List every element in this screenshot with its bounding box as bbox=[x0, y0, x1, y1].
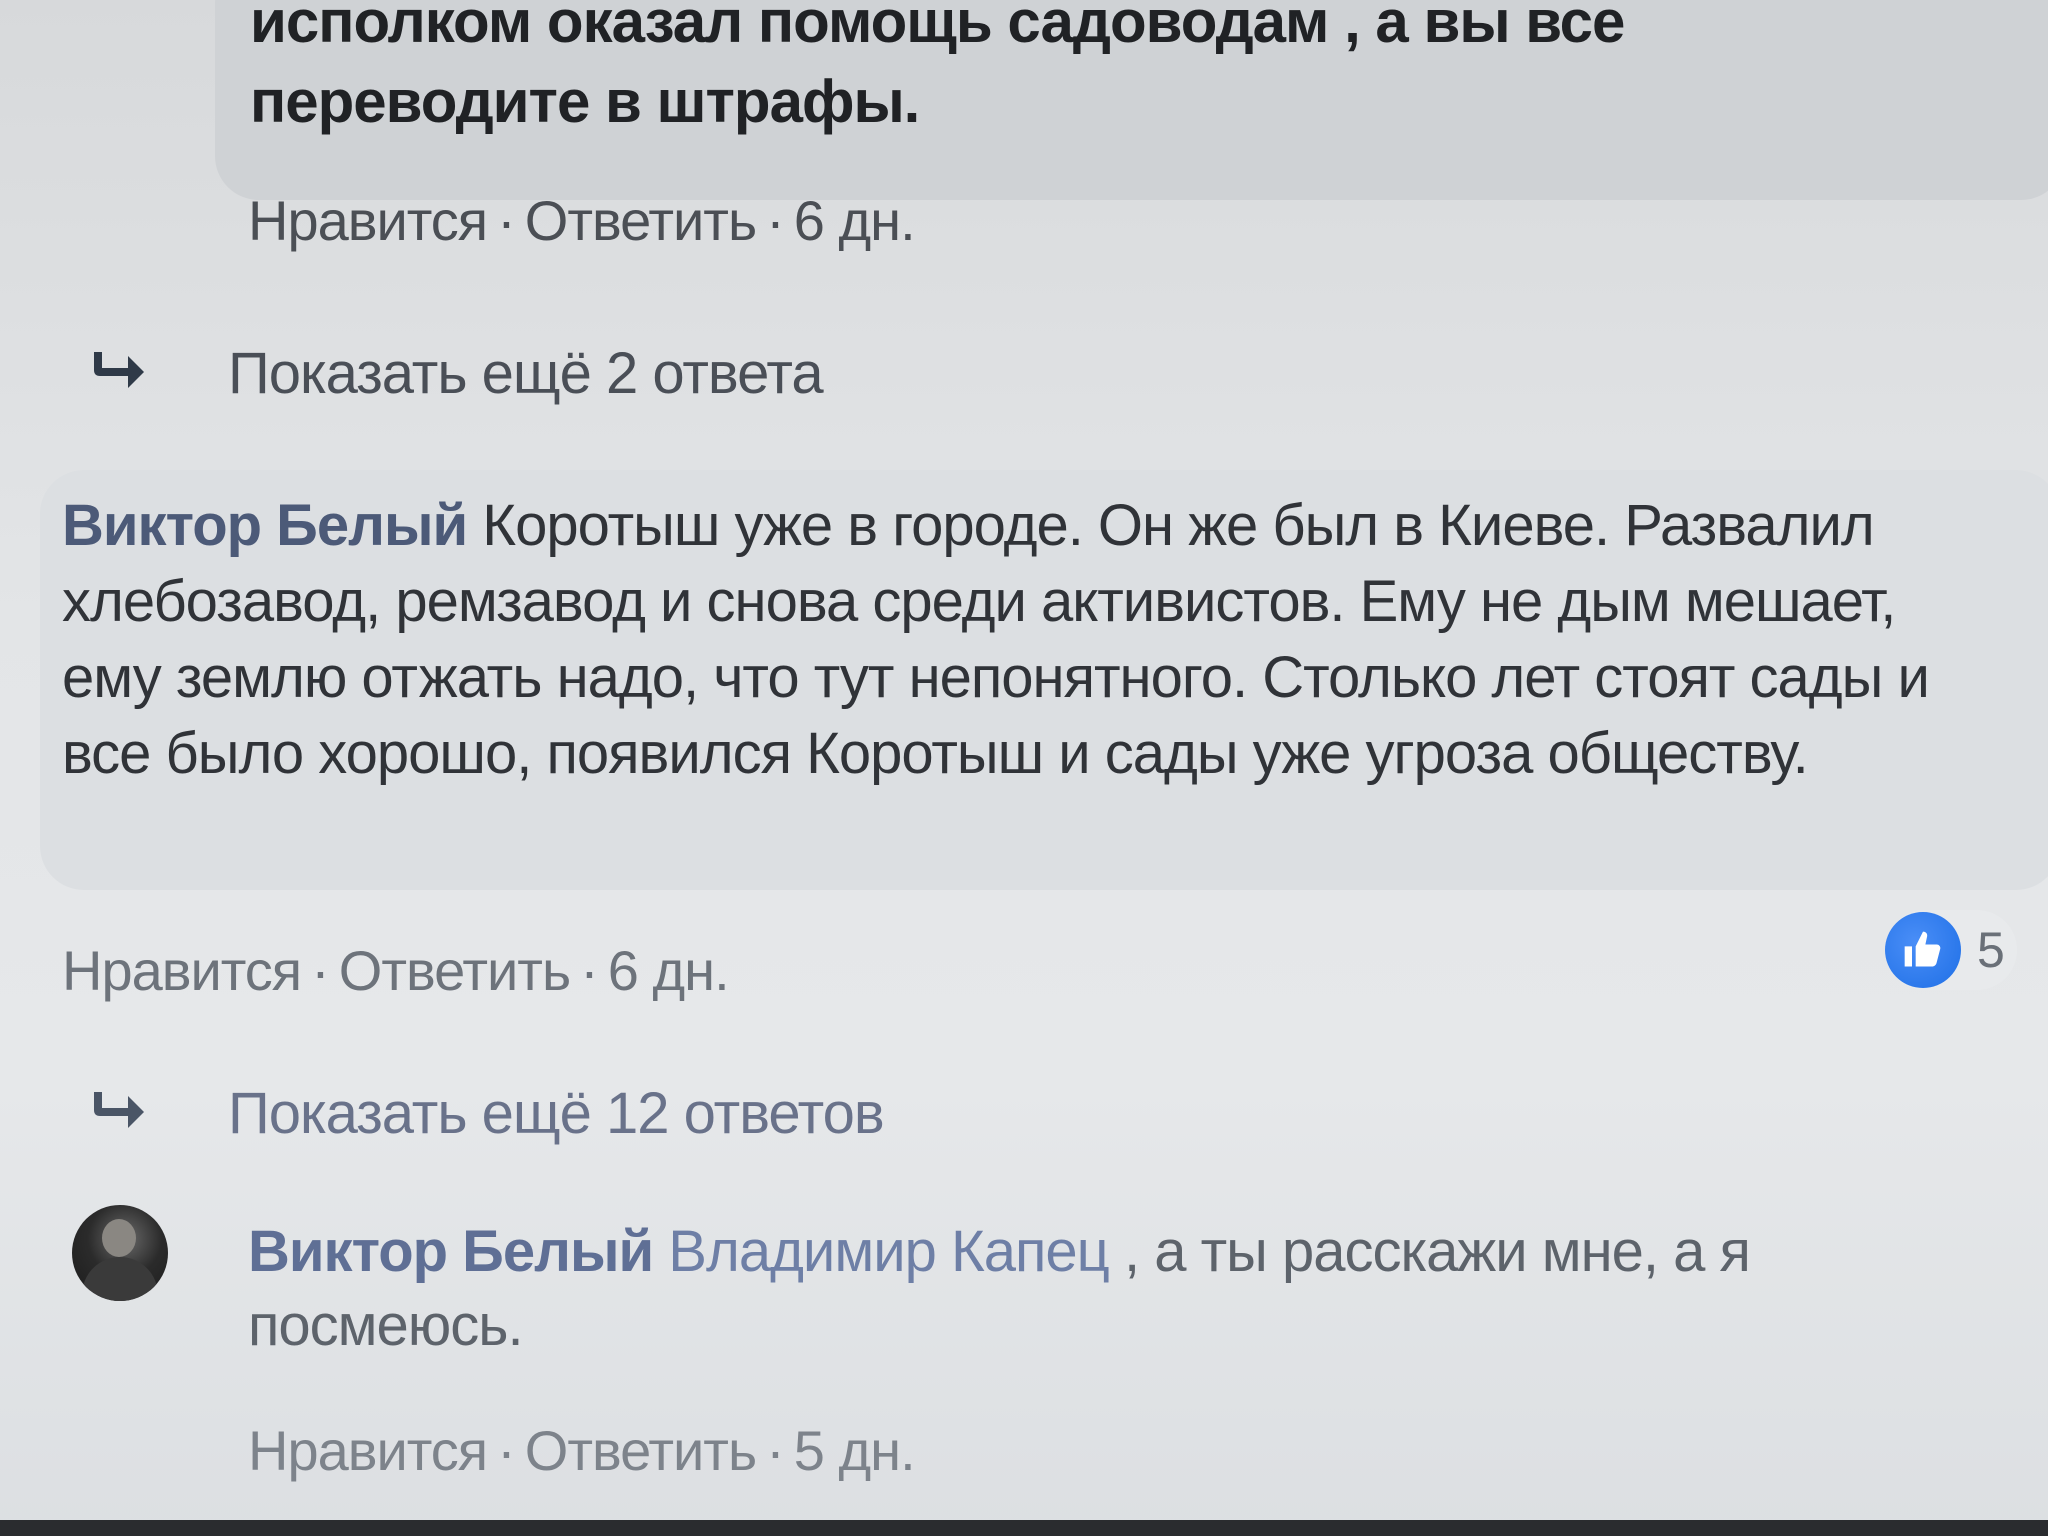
timestamp[interactable]: 6 дн. bbox=[608, 939, 730, 1002]
separator-dot: · bbox=[311, 939, 330, 1002]
main-comment-actions: Нравится · Ответить · 6 дн. bbox=[62, 938, 730, 1003]
reply-comment-actions: Нравится · Ответить · 5 дн. bbox=[248, 1418, 916, 1483]
timestamp[interactable]: 6 дн. bbox=[794, 189, 916, 252]
reply-link[interactable]: Ответить bbox=[339, 939, 571, 1002]
reply-arrow-icon-svg bbox=[94, 351, 144, 388]
avatar[interactable] bbox=[72, 1205, 168, 1301]
reply-comment-text: Виктор Белый Владимир Капец , а ты расск… bbox=[248, 1215, 2008, 1363]
show-more-replies-label: Показать ещё 2 ответа bbox=[228, 341, 824, 406]
separator-dot: · bbox=[497, 189, 516, 252]
thumbs-up-icon-svg bbox=[1904, 931, 1941, 967]
top-comment-line-2: переводите в штрафы. bbox=[250, 68, 920, 135]
thumbs-up-icon bbox=[1885, 912, 1961, 988]
show-more-replies-button[interactable]: Показать ещё 2 ответа bbox=[88, 340, 824, 407]
comments-screen: исполком оказал помощь садоводам , а вы … bbox=[0, 0, 2048, 1536]
separator-dot: · bbox=[766, 1419, 785, 1482]
avatar-head bbox=[102, 1219, 136, 1257]
like-link[interactable]: Нравится bbox=[248, 189, 488, 252]
top-comment-text: исполком оказал помощь садоводам , а вы … bbox=[250, 0, 1750, 142]
separator-dot: · bbox=[497, 1419, 516, 1482]
separator-dot: · bbox=[580, 939, 599, 1002]
show-more-replies-button[interactable]: Показать ещё 12 ответов bbox=[88, 1080, 885, 1147]
comment-author-link[interactable]: Виктор Белый bbox=[62, 493, 468, 558]
reply-arrow-icon bbox=[88, 343, 158, 405]
reactions-summary[interactable]: 5 bbox=[1885, 910, 2017, 990]
reply-link[interactable]: Ответить bbox=[525, 189, 757, 252]
reply-link[interactable]: Ответить bbox=[525, 1419, 757, 1482]
main-comment-text: Виктор Белый Коротыш уже в городе. Он же… bbox=[62, 488, 1982, 792]
reaction-count: 5 bbox=[1977, 922, 2005, 978]
like-link[interactable]: Нравится bbox=[248, 1419, 488, 1482]
separator-dot: · bbox=[766, 189, 785, 252]
show-more-replies-label: Показать ещё 12 ответов bbox=[228, 1081, 885, 1146]
screen-bottom-edge bbox=[0, 1520, 2048, 1536]
top-comment-actions: Нравится · Ответить · 6 дн. bbox=[248, 188, 916, 253]
avatar-shoulders bbox=[82, 1257, 158, 1301]
top-comment-line-1: исполком оказал помощь садоводам , а вы … bbox=[250, 0, 1625, 55]
like-link[interactable]: Нравится bbox=[62, 939, 302, 1002]
comment-author-link[interactable]: Виктор Белый bbox=[248, 1219, 654, 1284]
timestamp[interactable]: 5 дн. bbox=[794, 1419, 916, 1482]
reply-arrow-icon-svg bbox=[94, 1091, 144, 1128]
reply-arrow-icon bbox=[88, 1083, 158, 1145]
mention-link[interactable]: Владимир Капец bbox=[668, 1219, 1110, 1284]
